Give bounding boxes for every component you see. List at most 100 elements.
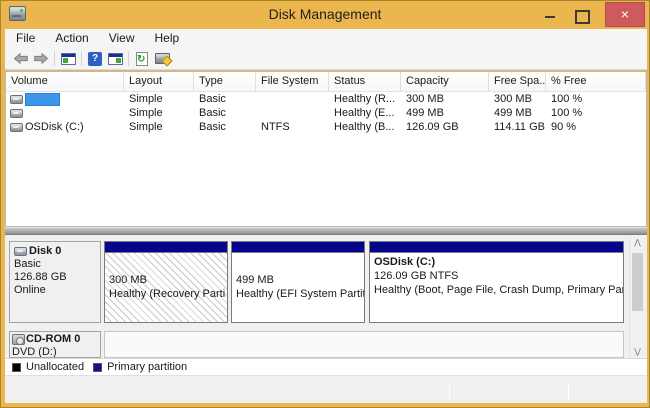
volume-icon (10, 109, 23, 118)
refresh-button[interactable]: ↻ (132, 50, 152, 68)
legend-bar: Unallocated Primary partition (5, 358, 647, 375)
cell-type: Basic (194, 106, 256, 120)
cell-layout: Simple (124, 106, 194, 120)
toolbar-separator (54, 51, 55, 66)
toolbar-separator (128, 51, 129, 66)
menu-help[interactable]: Help (145, 29, 190, 48)
minimize-button[interactable] (535, 7, 565, 25)
show-console-tree-button[interactable] (58, 50, 78, 68)
cdrom-icon (12, 334, 25, 345)
scrollbar-thumb[interactable] (632, 253, 643, 311)
action-pane-icon (108, 53, 123, 65)
cell-capacity: 126.09 GB (401, 120, 489, 134)
status-bar-separator (449, 383, 450, 400)
help-button[interactable]: ? (85, 50, 105, 68)
maximize-button[interactable] (565, 7, 595, 25)
unallocated-label: Unallocated (26, 361, 84, 373)
selected-volume-name (25, 93, 60, 106)
show-action-pane-button[interactable] (105, 50, 125, 68)
volume-icon (10, 123, 23, 132)
disk0-size: 126.88 GB (14, 271, 100, 284)
back-button[interactable] (11, 50, 31, 68)
volume-row-recovery[interactable]: Simple Basic Healthy (R... 300 MB 300 MB… (6, 92, 646, 106)
column-type[interactable]: Type (194, 72, 256, 91)
unallocated-swatch (12, 363, 21, 372)
partition-color-bar (232, 242, 364, 253)
menu-bar: File Action View Help (5, 29, 647, 48)
scroll-down-icon[interactable]: ⋁ (630, 346, 645, 358)
disk0-status: Online (14, 284, 100, 297)
partition-color-bar (105, 242, 227, 253)
column-layout[interactable]: Layout (124, 72, 194, 91)
partition-efi[interactable]: 499 MB Healthy (EFI System Partit (231, 241, 365, 323)
forward-button[interactable] (31, 50, 51, 68)
disk-properties-icon (155, 53, 170, 64)
partition-name: OSDisk (C:) (374, 255, 623, 269)
cell-pct-free: 90 % (546, 120, 646, 134)
volume-row-osdisk[interactable]: OSDisk (C:) Simple Basic NTFS Healthy (B… (6, 120, 646, 134)
volume-list: Volume Layout Type File System Status Ca… (5, 71, 647, 227)
menu-file[interactable]: File (5, 29, 45, 48)
close-button[interactable]: × (605, 2, 645, 27)
cell-pct-free: 100 % (546, 106, 646, 120)
help-icon: ? (88, 52, 102, 66)
cell-type: Basic (194, 120, 256, 134)
cell-status: Healthy (E... (329, 106, 401, 120)
scroll-up-icon[interactable]: ⋀ (630, 237, 645, 249)
back-arrow-icon (14, 53, 28, 64)
column-volume[interactable]: Volume (6, 72, 124, 91)
cdrom-kind: DVD (D:) (12, 346, 100, 358)
vertical-scrollbar[interactable]: ⋀ ⋁ (629, 237, 644, 358)
cell-layout: Simple (124, 120, 194, 134)
cell-type: Basic (194, 92, 256, 106)
menu-view[interactable]: View (99, 29, 145, 48)
forward-arrow-icon (34, 53, 48, 64)
status-bar (5, 375, 647, 403)
cdrom-name: CD-ROM 0 (26, 333, 80, 346)
cell-free-space: 300 MB (489, 92, 546, 106)
partition-status: Healthy (EFI System Partit (236, 287, 364, 301)
pane-splitter[interactable] (5, 227, 647, 235)
disk-management-window: Disk Management × File Action View Help … (0, 0, 650, 408)
column-pct-free[interactable]: % Free (546, 72, 646, 91)
partition-recovery[interactable]: 300 MB Healthy (Recovery Parti (104, 241, 228, 323)
cell-file-system: NTFS (256, 120, 329, 134)
volume-icon (10, 95, 23, 104)
refresh-icon: ↻ (136, 52, 148, 66)
graphical-view: Disk 0 Basic 126.88 GB Online 300 MB Hea… (5, 235, 647, 358)
column-capacity[interactable]: Capacity (401, 72, 489, 91)
volume-name: OSDisk (C:) (25, 120, 84, 134)
partition-size: 126.09 GB NTFS (374, 269, 623, 283)
status-bar-separator (568, 383, 569, 400)
primary-partition-swatch (93, 363, 102, 372)
disk0-name: Disk 0 (29, 245, 61, 258)
toolbar-separator (81, 51, 82, 66)
cell-free-space: 499 MB (489, 106, 546, 120)
volume-list-header: Volume Layout Type File System Status Ca… (6, 72, 646, 92)
cdrom-media-area[interactable] (104, 331, 624, 358)
cell-capacity: 300 MB (401, 92, 489, 106)
partition-status: Healthy (Boot, Page File, Crash Dump, Pr… (374, 283, 623, 297)
cell-layout: Simple (124, 92, 194, 106)
cdrom-label[interactable]: CD-ROM 0 DVD (D:) (9, 331, 101, 358)
cell-file-system (256, 92, 329, 106)
column-free-space[interactable]: Free Spa... (489, 72, 546, 91)
cell-free-space: 114.11 GB (489, 120, 546, 134)
cell-file-system (256, 106, 329, 120)
disk-properties-button[interactable] (152, 50, 172, 68)
column-status[interactable]: Status (329, 72, 401, 91)
toolbar: ? ↻ (5, 48, 647, 70)
menu-action[interactable]: Action (45, 29, 98, 48)
console-tree-icon (61, 53, 76, 65)
disk0-kind: Basic (14, 258, 100, 271)
partition-status: Healthy (Recovery Parti (109, 287, 227, 301)
column-file-system[interactable]: File System (256, 72, 329, 91)
disk0-label[interactable]: Disk 0 Basic 126.88 GB Online (9, 241, 101, 323)
partition-size: 499 MB (236, 273, 364, 287)
volume-row-efi[interactable]: Simple Basic Healthy (E... 499 MB 499 MB… (6, 106, 646, 120)
primary-partition-label: Primary partition (107, 361, 187, 373)
title-bar: Disk Management × (1, 1, 649, 29)
cell-pct-free: 100 % (546, 92, 646, 106)
partition-osdisk[interactable]: OSDisk (C:) 126.09 GB NTFS Healthy (Boot… (369, 241, 624, 323)
partition-color-bar (370, 242, 623, 253)
